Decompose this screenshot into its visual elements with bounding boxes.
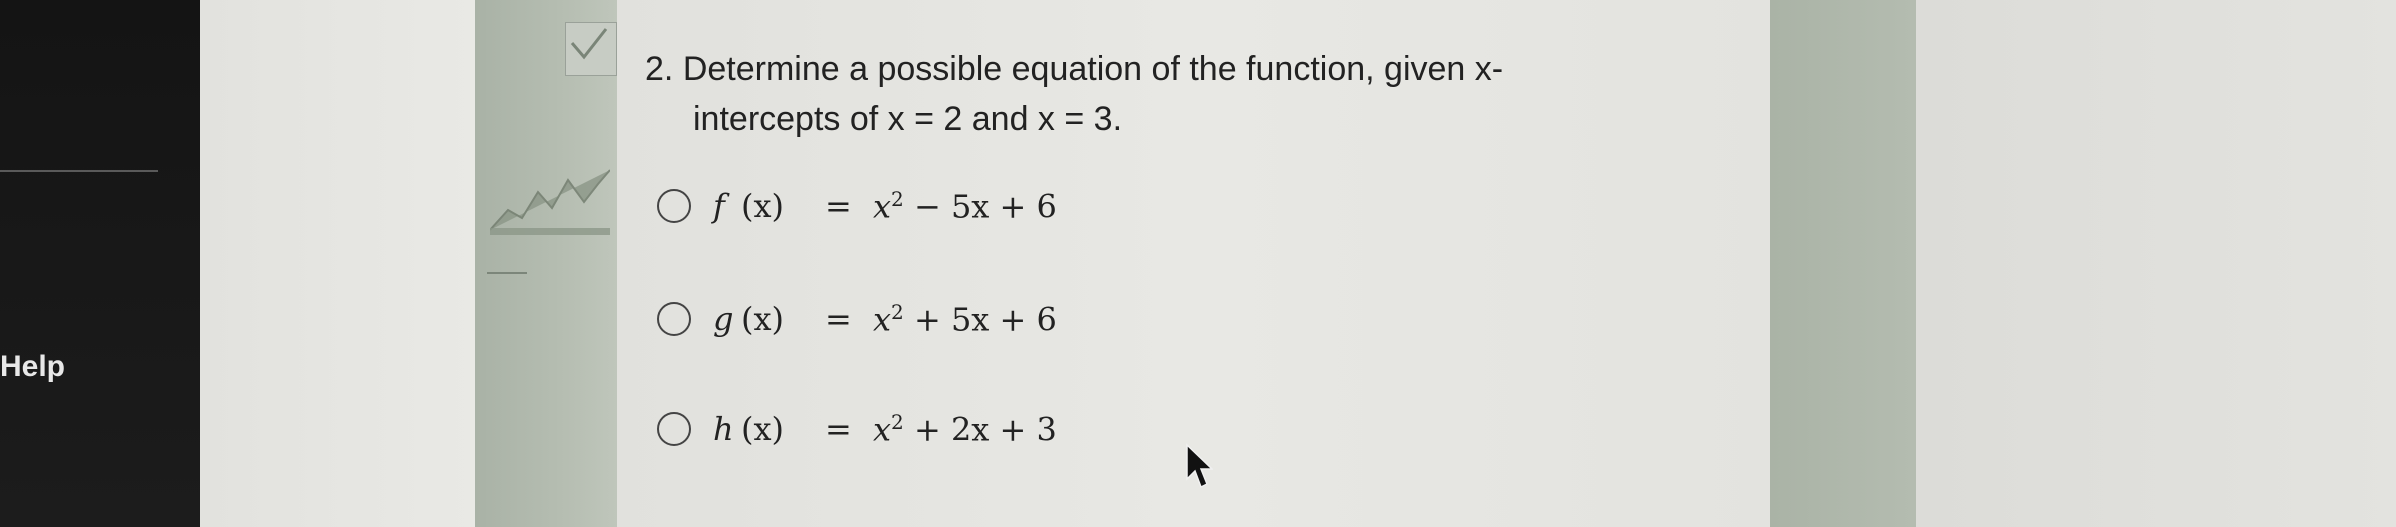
expression-exponent: 2 xyxy=(891,300,904,324)
expression-rest: + 5x + 6 xyxy=(903,300,1057,339)
expression-exponent: 2 xyxy=(891,187,904,211)
radio-button[interactable] xyxy=(657,302,691,337)
question-prompt-1: Determine a possible equation of the fun… xyxy=(682,50,1504,88)
function-name: g xyxy=(713,300,734,339)
screen: Help 2. Determine a possible equation of… xyxy=(0,0,2396,527)
question-text: 2. Determine a possible equation of the … xyxy=(645,44,1503,144)
left-margin-panel xyxy=(200,0,475,527)
radio-button[interactable] xyxy=(657,189,691,224)
radio-button[interactable] xyxy=(657,412,691,447)
background-axis-line xyxy=(487,272,527,274)
check-icon xyxy=(570,28,608,60)
sidebar-divider xyxy=(0,170,158,172)
function-expression: x2 + 5x + 6 xyxy=(873,300,1057,339)
expression-rest: + 2x + 3 xyxy=(903,410,1057,449)
expression-variable: x xyxy=(873,300,892,339)
answer-option-f[interactable]: f (x) = x2 − 5x + 6 xyxy=(657,187,1057,226)
function-argument: (x) xyxy=(741,410,785,449)
background-graph-icon xyxy=(490,169,610,235)
function-expression: x2 − 5x + 6 xyxy=(873,187,1057,226)
right-background-strip xyxy=(1770,0,1916,527)
question-line-1: 2. Determine a possible equation of the … xyxy=(645,44,1503,94)
right-margin-panel xyxy=(1916,0,2396,527)
question-number: 2. xyxy=(645,50,674,88)
function-expression: x2 + 2x + 3 xyxy=(873,410,1057,449)
answer-option-g[interactable]: g (x) = x2 + 5x + 6 xyxy=(657,300,1057,339)
function-name: f xyxy=(713,187,725,226)
left-sidebar: Help xyxy=(0,0,200,527)
mouse-pointer-icon xyxy=(1186,443,1213,489)
expression-rest: − 5x + 6 xyxy=(903,187,1057,226)
function-name: h xyxy=(713,410,734,449)
function-argument: (x) xyxy=(741,300,785,339)
expression-exponent: 2 xyxy=(891,410,904,434)
equals-sign: = xyxy=(825,187,852,226)
help-link[interactable]: Help xyxy=(0,350,65,384)
answer-option-h[interactable]: h (x) = x2 + 2x + 3 xyxy=(657,410,1057,449)
equals-sign: = xyxy=(825,410,852,449)
question-prompt-2: intercepts of x = 2 and x = 3. xyxy=(693,100,1123,138)
expression-variable: x xyxy=(873,410,892,449)
background-graph-strip xyxy=(475,0,617,527)
background-thumbnail xyxy=(565,22,617,76)
expression-variable: x xyxy=(873,187,892,226)
equals-sign: = xyxy=(825,300,852,339)
function-argument: (x) xyxy=(741,187,785,226)
